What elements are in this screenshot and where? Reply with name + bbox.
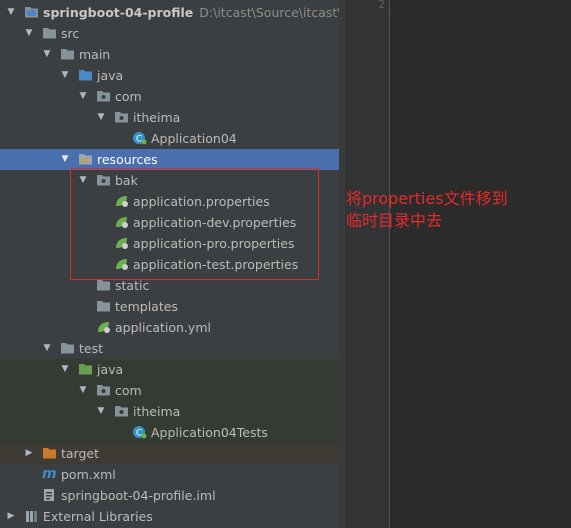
tree-label-src: src [61, 26, 80, 41]
annotation-line-2: 临时目录中去 [346, 211, 443, 230]
chevron-down-icon[interactable]: ▼ [96, 107, 106, 128]
tree-row-pom[interactable]: m pom.xml [0, 464, 339, 485]
tree-row-application04[interactable]: C Application04 [0, 128, 339, 149]
package-icon [97, 385, 110, 396]
chevron-down-icon[interactable]: ▼ [78, 86, 88, 107]
tree-row-project-root[interactable]: ▼ springboot-04-profile D:\itcast\Source\… [0, 2, 374, 23]
chevron-down-icon[interactable]: ▼ [6, 2, 16, 23]
tree-row-external-libraries[interactable]: ▶ External Libraries [0, 506, 339, 527]
test-source-folder-icon [79, 364, 92, 375]
line-number-gutter: 2 [345, 0, 390, 528]
project-name-label: springboot-04-profile D:\itcast\Source\it… [43, 5, 374, 20]
tree-row-test-java[interactable]: ▼ java [0, 359, 339, 380]
tree-row-itheima[interactable]: ▼ itheima [0, 107, 339, 128]
folder-icon [61, 343, 74, 354]
tree-label-test-java: java [97, 362, 124, 377]
project-tree-panel: ▼ springboot-04-profile D:\itcast\Source\… [0, 0, 374, 528]
tree-row-main[interactable]: ▼ main [0, 44, 339, 65]
tree-row-src[interactable]: ▼ src [0, 23, 339, 44]
chevron-down-icon[interactable]: ▼ [96, 401, 106, 422]
svg-text:C: C [136, 429, 142, 439]
tree-label-iml: springboot-04-profile.iml [61, 488, 216, 503]
chevron-down-icon[interactable]: ▼ [60, 359, 70, 380]
tree-row-resources[interactable]: ▼ resources [0, 149, 339, 170]
module-file-icon [44, 489, 54, 501]
tree-label-templates: templates [115, 299, 178, 314]
annotation-line-1: 将properties文件移到 [346, 189, 508, 208]
tree-label-application04: Application04 [151, 131, 237, 146]
tree-row-target[interactable]: ▶ target [0, 443, 339, 464]
folder-icon [61, 49, 74, 60]
tree-label-java: java [97, 68, 124, 83]
chevron-down-icon[interactable]: ▼ [60, 149, 70, 170]
tree-label-external-libraries: External Libraries [43, 509, 153, 524]
tree-row-java[interactable]: ▼ java [0, 65, 339, 86]
spring-class-icon: C [133, 132, 147, 145]
chevron-right-icon[interactable]: ▶ [24, 443, 34, 464]
tree-row-iml[interactable]: springboot-04-profile.iml [0, 485, 339, 506]
package-icon [115, 406, 128, 417]
tree-row-application-yml[interactable]: application.yml [0, 317, 339, 338]
folder-icon [97, 301, 110, 312]
module-folder-icon [25, 7, 38, 18]
tree-row-test-com[interactable]: ▼ com [0, 380, 339, 401]
source-folder-icon [79, 70, 92, 81]
tree-row-test[interactable]: ▼ test [0, 338, 339, 359]
excluded-folder-icon [43, 448, 56, 459]
svg-text:C: C [136, 135, 142, 145]
annotation-highlight-box [70, 168, 319, 280]
tree-label-test-itheima: itheima [133, 404, 181, 419]
tree-row-application04tests[interactable]: C Application04Tests [0, 422, 339, 443]
package-icon [97, 91, 110, 102]
maven-icon: m [42, 466, 57, 482]
annotation-note: 将properties文件移到 临时目录中去 [346, 188, 566, 232]
tree-label-application-yml: application.yml [115, 320, 211, 335]
tree-label-target: target [61, 446, 100, 461]
test-class-icon: C [133, 426, 147, 439]
editor-area[interactable]: 2 [345, 0, 571, 528]
chevron-down-icon[interactable]: ▼ [24, 23, 34, 44]
tree-label-main: main [79, 47, 111, 62]
folder-icon [97, 280, 110, 291]
tree-row-test-itheima[interactable]: ▼ itheima [0, 401, 339, 422]
folder-icon [43, 28, 56, 39]
editor-top-line [390, 0, 571, 13]
chevron-down-icon[interactable]: ▼ [42, 44, 52, 65]
chevron-down-icon[interactable]: ▼ [42, 338, 52, 359]
tree-row-templates[interactable]: templates [0, 296, 339, 317]
tree-label-test: test [79, 341, 104, 356]
spring-yml-icon [98, 322, 110, 333]
tree-label-application04tests: Application04Tests [151, 425, 268, 440]
tree-label-test-com: com [115, 383, 142, 398]
tree-label-pom: pom.xml [61, 467, 116, 482]
resources-folder-icon [79, 154, 92, 165]
tree-label-resources: resources [97, 152, 158, 167]
line-number: 2 [378, 0, 385, 11]
package-icon [115, 112, 128, 123]
tree-row-com[interactable]: ▼ com [0, 86, 339, 107]
chevron-down-icon[interactable]: ▼ [60, 65, 70, 86]
chevron-right-icon[interactable]: ▶ [6, 506, 16, 527]
libraries-icon [26, 511, 37, 522]
chevron-down-icon[interactable]: ▼ [78, 380, 88, 401]
tree-label-itheima: itheima [133, 110, 181, 125]
tree-label-com: com [115, 89, 142, 104]
